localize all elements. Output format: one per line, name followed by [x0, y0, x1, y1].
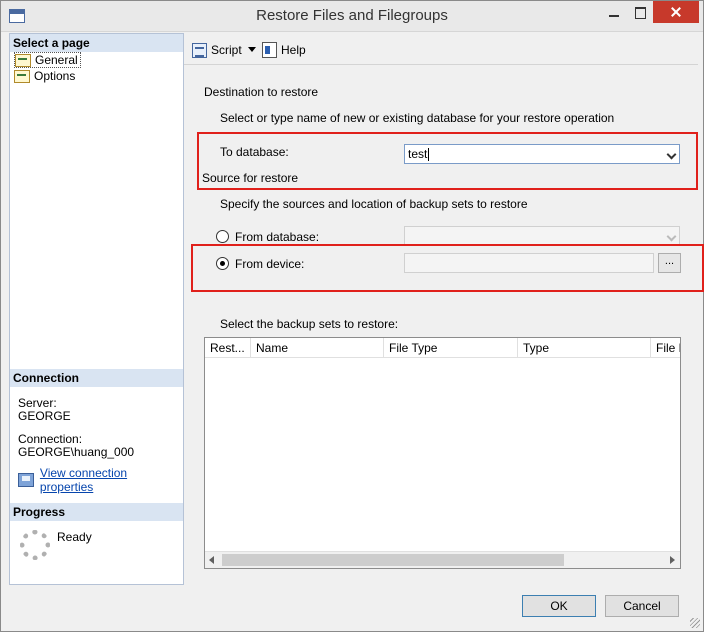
restore-dialog: Restore Files and Filegroups Select a pa… [0, 0, 704, 632]
help-button[interactable]: Help [262, 41, 306, 59]
view-connection-row[interactable]: View connection properties [18, 466, 183, 494]
horizontal-scrollbar[interactable] [205, 551, 680, 568]
page-icon [14, 69, 30, 83]
progress-spinner-icon [20, 530, 50, 560]
scroll-right-icon[interactable] [670, 556, 675, 564]
highlight-box-device [191, 244, 704, 292]
server-value: GEORGE [18, 409, 71, 423]
from-database-combobox[interactable] [404, 226, 680, 246]
scrollbar-thumb[interactable] [222, 554, 564, 566]
cancel-button[interactable]: Cancel [605, 595, 679, 617]
progress-status: Ready [57, 530, 92, 544]
from-database-label: From database: [235, 230, 320, 244]
title-bar: Restore Files and Filegroups [1, 1, 703, 32]
help-label: Help [281, 43, 306, 57]
connection-label: Connection: [18, 432, 83, 446]
page-item-general[interactable]: General [14, 52, 81, 68]
page-item-label: Options [34, 69, 76, 83]
backup-sets-grid[interactable]: Rest... Name File Type Type File L [204, 337, 681, 569]
view-connection-properties-link[interactable]: View connection properties [40, 466, 183, 494]
script-icon [192, 42, 207, 58]
destination-instruction: Select or type name of new or existing d… [220, 111, 615, 125]
scroll-left-icon[interactable] [209, 556, 214, 564]
connection-header: Connection [10, 369, 183, 387]
left-pane: Select a page General Options Connection… [9, 33, 184, 585]
connection-value: GEORGE\huang_000 [18, 445, 135, 459]
source-instruction: Specify the sources and location of back… [220, 197, 528, 211]
connection-properties-icon [18, 473, 34, 487]
backup-sets-label: Select the backup sets to restore: [220, 317, 399, 331]
column-header-file-location[interactable]: File L [651, 338, 680, 358]
script-label: Script [211, 43, 242, 57]
script-button[interactable]: Script [192, 41, 242, 59]
resize-grip-icon[interactable] [690, 618, 700, 628]
from-database-radio[interactable] [216, 230, 229, 243]
progress-header: Progress [10, 503, 183, 521]
chevron-down-icon [666, 231, 677, 242]
highlight-box-destination [197, 132, 698, 190]
page-icon [15, 53, 31, 67]
destination-heading: Destination to restore [204, 85, 319, 99]
window-title: Restore Files and Filegroups [256, 7, 448, 24]
script-dropdown-icon[interactable] [248, 47, 256, 52]
page-item-label: General [35, 53, 78, 67]
select-page-header: Select a page [10, 34, 183, 52]
page-item-options[interactable]: Options [14, 68, 75, 84]
grid-header: Rest... Name File Type Type File L [205, 338, 680, 358]
column-header-file-type[interactable]: File Type [384, 338, 518, 358]
server-label: Server: [18, 396, 57, 410]
maximize-button[interactable] [627, 1, 653, 23]
close-button[interactable] [653, 1, 699, 23]
toolbar: Script Help [184, 33, 698, 65]
column-header-type[interactable]: Type [518, 338, 651, 358]
minimize-button[interactable] [601, 1, 627, 23]
column-header-name[interactable]: Name [251, 338, 384, 358]
column-header-restore[interactable]: Rest... [205, 338, 251, 358]
ok-button[interactable]: OK [522, 595, 596, 617]
help-icon [262, 42, 277, 58]
